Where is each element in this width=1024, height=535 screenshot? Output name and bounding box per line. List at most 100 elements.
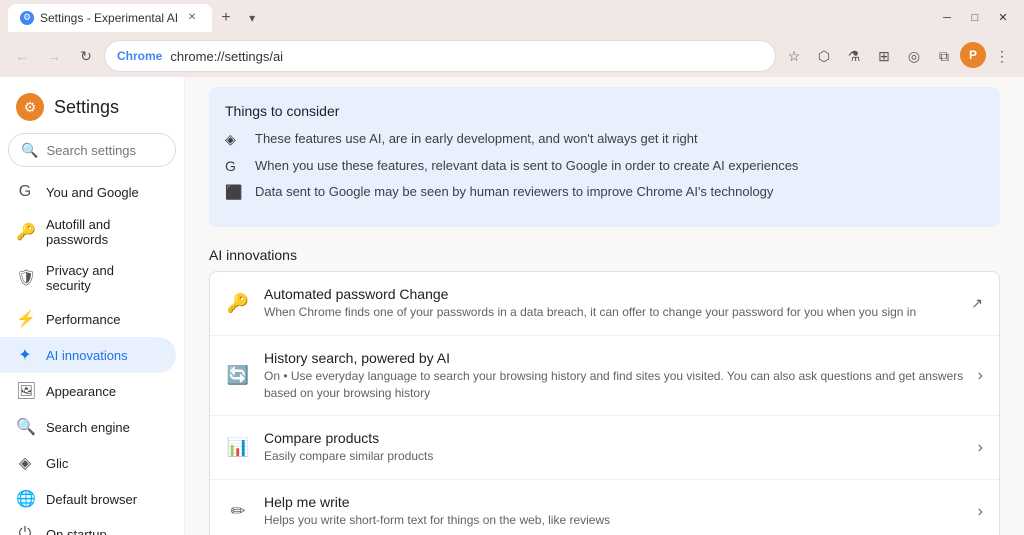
sidebar-icon-default-browser: 🌐	[16, 489, 34, 509]
camera-icon[interactable]: ◎	[900, 42, 928, 70]
sidebar-icon-ai-innovations: ✦	[16, 345, 34, 365]
sidebar-label-on-startup: On startup	[46, 527, 107, 535]
bookmark-icon[interactable]: ☆	[780, 42, 808, 70]
info-box-title: Things to consider	[225, 103, 984, 119]
sidebar-icon-autofill: 🔑	[16, 222, 34, 242]
sidebar-label-privacy: Privacy and security	[46, 263, 160, 293]
menu-icon[interactable]: ⋮	[988, 42, 1016, 70]
search-icon: 🔍	[21, 142, 38, 159]
card-icon-help-me-write: ✏	[226, 501, 250, 522]
info-item-1: G When you use these features, relevant …	[225, 158, 984, 174]
sidebar-label-ai-innovations: AI innovations	[46, 348, 128, 363]
info-text-2: Data sent to Google may be seen by human…	[255, 184, 773, 199]
chevron-right-icon: ›	[978, 367, 983, 385]
sidebar-label-you-and-google: You and Google	[46, 185, 139, 200]
info-icon-1: G	[225, 158, 245, 174]
forward-button[interactable]: →	[40, 42, 68, 70]
sidebar-item-search-engine[interactable]: 🔍 Search engine	[0, 409, 176, 445]
card-desc-automated-password: When Chrome finds one of your passwords …	[264, 304, 957, 321]
tab-favicon	[20, 11, 34, 25]
back-button[interactable]: ←	[8, 42, 36, 70]
info-text-1: When you use these features, relevant da…	[255, 158, 798, 173]
sidebar-nav: G You and Google 🔑 Autofill and password…	[0, 175, 184, 535]
content-area: Things to consider ◈ These features use …	[185, 77, 1024, 535]
maximize-button[interactable]: □	[962, 8, 988, 28]
sidebar-label-glic: Glic	[46, 456, 68, 471]
tab-close-button[interactable]: ✕	[184, 10, 200, 26]
sidebar-icon-search-engine: 🔍	[16, 417, 34, 437]
close-button[interactable]: ✕	[990, 8, 1016, 28]
card-title-automated-password: Automated password Change	[264, 286, 957, 302]
refresh-button[interactable]: ↻	[72, 42, 100, 70]
sidebar-icon-performance: ⚡	[16, 309, 34, 329]
info-item-0: ◈ These features use AI, are in early de…	[225, 131, 984, 148]
card-content-help-me-write: Help me write Helps you write short-form…	[264, 494, 964, 529]
chrome-logo: Chrome	[117, 49, 162, 63]
main-layout: ⚙ Settings 🔍 G You and Google 🔑 Autofill…	[0, 77, 1024, 535]
settings-header: ⚙ Settings	[0, 85, 184, 133]
grid-icon[interactable]: ⊞	[870, 42, 898, 70]
sidebar-label-autofill: Autofill and passwords	[46, 217, 160, 247]
lab-icon[interactable]: ⚗	[840, 42, 868, 70]
card-item-automated-password[interactable]: 🔑 Automated password Change When Chrome …	[210, 272, 999, 336]
addressbar: ← → ↻ Chrome chrome://settings/ai ☆ ⬡ ⚗ …	[0, 35, 1024, 77]
titlebar-controls: ─ □ ✕	[934, 8, 1016, 28]
sidebar-icon-privacy: 🛡	[16, 268, 34, 288]
card-icon-compare-products: 📊	[226, 437, 250, 458]
sidebar-item-privacy[interactable]: 🛡 Privacy and security	[0, 255, 176, 301]
card-desc-compare-products: Easily compare similar products	[264, 448, 964, 465]
sidebar-item-on-startup[interactable]: ⏻ On startup	[0, 517, 176, 535]
tab-bar: Settings - Experimental AI ✕ + ▾	[8, 0, 264, 35]
extensions-icon[interactable]: ⬡	[810, 42, 838, 70]
ai-cards: 🔑 Automated password Change When Chrome …	[209, 271, 1000, 535]
sidebar-item-performance[interactable]: ⚡ Performance	[0, 301, 176, 337]
url-display: chrome://settings/ai	[170, 49, 763, 64]
sidebar-item-ai-innovations[interactable]: ✦ AI innovations	[0, 337, 176, 373]
chevron-right-icon: ›	[978, 439, 983, 457]
card-icon-history-search: 🔄	[226, 365, 250, 386]
sidebar: ⚙ Settings 🔍 G You and Google 🔑 Autofill…	[0, 77, 185, 535]
card-item-compare-products[interactable]: 📊 Compare products Easily compare simila…	[210, 416, 999, 480]
settings-title: Settings	[54, 97, 119, 118]
card-desc-history-search: On • Use everyday language to search you…	[264, 368, 964, 402]
card-title-history-search: History search, powered by AI	[264, 350, 964, 366]
sidebar-item-glic[interactable]: ◈ Glic	[0, 445, 176, 481]
sidebar-item-autofill[interactable]: 🔑 Autofill and passwords	[0, 209, 176, 255]
card-item-history-search[interactable]: 🔄 History search, powered by AI On • Use…	[210, 336, 999, 417]
card-desc-help-me-write: Helps you write short-form text for thin…	[264, 512, 964, 529]
avatar[interactable]: P	[960, 42, 986, 68]
info-box: Things to consider ◈ These features use …	[209, 87, 1000, 227]
card-content-automated-password: Automated password Change When Chrome fi…	[264, 286, 957, 321]
sidebar-icon-glic: ◈	[16, 453, 34, 473]
minimize-button[interactable]: ─	[934, 8, 960, 28]
search-input[interactable]	[46, 143, 163, 158]
sidebar-icon-you-and-google: G	[16, 183, 34, 201]
section-title: AI innovations	[209, 247, 1000, 263]
card-title-compare-products: Compare products	[264, 430, 964, 446]
sidebar-label-performance: Performance	[46, 312, 120, 327]
sidebar-label-appearance: Appearance	[46, 384, 116, 399]
tab-title: Settings - Experimental AI	[40, 11, 178, 25]
sidebar-item-appearance[interactable]: 🖼 Appearance	[0, 373, 176, 409]
tab-dropdown-button[interactable]: ▾	[240, 6, 264, 30]
info-icon-2: ⬛	[225, 184, 245, 201]
sidebar-icon-appearance: 🖼	[16, 381, 34, 401]
info-item-2: ⬛ Data sent to Google may be seen by hum…	[225, 184, 984, 201]
sidebar-label-search-engine: Search engine	[46, 420, 130, 435]
sidebar-item-you-and-google[interactable]: G You and Google	[0, 175, 176, 209]
screenshare-icon[interactable]: ⧉	[930, 42, 958, 70]
active-tab[interactable]: Settings - Experimental AI ✕	[8, 4, 212, 32]
chevron-right-icon: ›	[978, 503, 983, 521]
search-settings[interactable]: 🔍	[8, 133, 176, 167]
info-items: ◈ These features use AI, are in early de…	[225, 131, 984, 201]
settings-icon: ⚙	[16, 93, 44, 121]
card-content-compare-products: Compare products Easily compare similar …	[264, 430, 964, 465]
card-title-help-me-write: Help me write	[264, 494, 964, 510]
card-item-help-me-write[interactable]: ✏ Help me write Helps you write short-fo…	[210, 480, 999, 535]
cards-container: 🔑 Automated password Change When Chrome …	[210, 272, 999, 535]
new-tab-button[interactable]: +	[212, 4, 240, 32]
sidebar-label-default-browser: Default browser	[46, 492, 137, 507]
omnibox[interactable]: Chrome chrome://settings/ai	[104, 40, 776, 72]
titlebar: Settings - Experimental AI ✕ + ▾ ─ □ ✕	[0, 0, 1024, 35]
sidebar-item-default-browser[interactable]: 🌐 Default browser	[0, 481, 176, 517]
